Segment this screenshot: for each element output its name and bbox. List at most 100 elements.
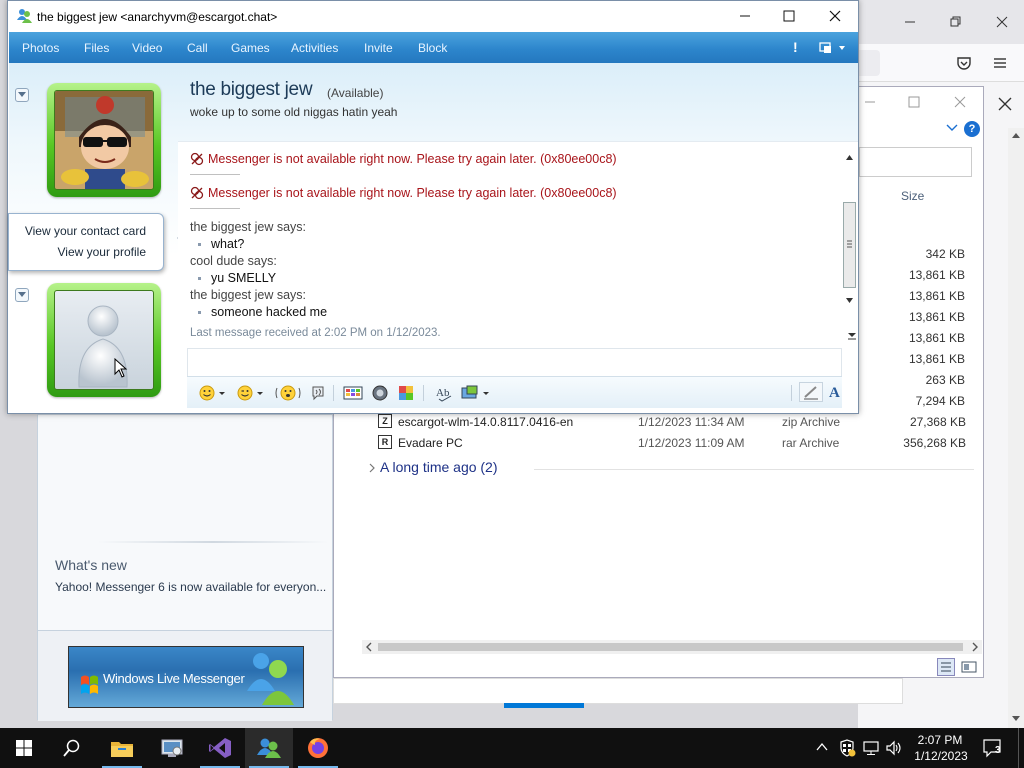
menu-icon[interactable]	[990, 53, 1010, 73]
close-icon[interactable]	[992, 12, 1012, 32]
contact-name: the biggest jew	[190, 79, 313, 100]
menu-games[interactable]: Games	[231, 41, 270, 55]
menu-activities[interactable]: Activities	[291, 41, 338, 55]
scrollbar-thumb[interactable]	[378, 643, 963, 651]
chevron-up-icon[interactable]	[815, 740, 829, 754]
file-size: 27,368 KB	[909, 415, 966, 429]
file-date: 1/12/2023 11:09 AM	[638, 436, 745, 450]
group-header[interactable]: A long time ago (2)	[380, 459, 498, 475]
scrollbar-thumb[interactable]	[843, 202, 856, 288]
file-type: rar Archive	[782, 436, 840, 450]
error-text: Messenger is not available right now. Pl…	[208, 186, 617, 200]
search-input[interactable]	[859, 147, 972, 177]
banner-text: Windows Live Messenger	[103, 671, 245, 686]
nudge-icon[interactable]	[275, 384, 301, 402]
error-text: Messenger is not available right now. Pl…	[208, 152, 617, 166]
details-view-icon[interactable]	[937, 658, 955, 676]
menu-invite[interactable]: Invite	[364, 41, 393, 55]
view-contact-card-link[interactable]: View your contact card	[25, 224, 146, 238]
ink-icon[interactable]	[371, 384, 389, 402]
background-icon[interactable]	[343, 384, 363, 402]
show-desktop-button[interactable]	[1018, 728, 1024, 768]
handwriting-icon[interactable]	[799, 382, 823, 402]
notification-center-icon[interactable]: 3	[982, 738, 1004, 758]
view-profile-link[interactable]: View your profile	[58, 245, 147, 259]
browser-scrollbar[interactable]	[1008, 128, 1024, 728]
display-options-icon[interactable]	[819, 41, 845, 55]
collapse-icon[interactable]	[15, 88, 29, 102]
divider	[190, 174, 240, 175]
minimize-icon[interactable]	[860, 92, 880, 112]
game-icon[interactable]	[397, 384, 415, 402]
collapse-icon[interactable]	[15, 288, 29, 302]
volume-icon[interactable]	[885, 739, 903, 757]
browser-tabbar	[858, 0, 1024, 44]
menu-photos[interactable]: Photos	[22, 41, 59, 55]
start-button[interactable]	[0, 728, 48, 768]
history-scrollbar[interactable]	[841, 150, 858, 322]
whats-new-link[interactable]: Yahoo! Messenger 6 is now available for …	[55, 580, 326, 594]
minimize-icon[interactable]	[900, 12, 920, 32]
maximize-icon[interactable]	[904, 92, 924, 112]
emoticon-icon[interactable]	[199, 384, 227, 402]
menu-files[interactable]: Files	[84, 41, 109, 55]
file-size: 13,861 KB	[908, 268, 965, 282]
tiles-view-icon[interactable]	[960, 658, 978, 676]
close-icon[interactable]	[950, 92, 970, 112]
messenger-icon[interactable]	[245, 728, 293, 768]
message-speaker: the biggest jew says:	[190, 220, 307, 234]
rar-file-icon: R	[378, 435, 392, 449]
pocket-icon[interactable]	[954, 53, 974, 73]
window-title: the biggest jew <anarchyvm@escargot.chat…	[37, 10, 278, 24]
voice-clip-icon[interactable]	[309, 384, 327, 402]
self-avatar[interactable]	[47, 283, 161, 397]
menu-call[interactable]: Call	[187, 41, 208, 55]
contact-avatar[interactable]	[47, 83, 161, 197]
menu-block[interactable]: Block	[418, 41, 447, 55]
error-message: Messenger is not available right now. Pl…	[190, 152, 617, 166]
chevron-right-icon[interactable]	[368, 463, 376, 473]
file-row[interactable]: Z escargot-wlm-14.0.8117.0416-en 1/12/20…	[374, 412, 974, 432]
windows-live-messenger-banner[interactable]: Windows Live Messenger	[68, 646, 304, 708]
maximize-icon[interactable]	[776, 6, 802, 26]
contact-picture	[54, 90, 154, 190]
chevron-down-icon[interactable]	[946, 123, 958, 133]
minimize-icon[interactable]	[732, 6, 758, 26]
file-size: 7,294 KB	[915, 394, 965, 408]
wink-icon[interactable]	[237, 384, 265, 402]
contact-status: (Available)	[327, 86, 384, 100]
network-icon[interactable]	[862, 739, 880, 757]
scroll-to-bottom-icon[interactable]	[847, 331, 857, 341]
file-size: 13,861 KB	[908, 331, 965, 345]
font-icon[interactable]: A	[829, 384, 840, 402]
clock-time[interactable]: 2:07 PM	[917, 733, 963, 747]
firefox-icon[interactable]	[294, 728, 342, 768]
share-icon[interactable]	[461, 384, 491, 402]
menubar: Photos Files Video Call Games Activities…	[9, 32, 858, 63]
close-icon[interactable]	[822, 6, 848, 26]
alert-icon[interactable]: !	[793, 39, 798, 55]
control-panel-icon[interactable]	[148, 728, 196, 768]
size-column-header[interactable]: Size	[901, 189, 924, 203]
restore-icon[interactable]	[946, 12, 966, 32]
url-bar[interactable]	[858, 50, 880, 76]
shield-icon[interactable]	[838, 739, 856, 757]
clock-date[interactable]: 1/12/2023	[913, 749, 969, 763]
close-icon[interactable]	[990, 87, 1020, 117]
titlebar: the biggest jew <anarchyvm@escargot.chat…	[8, 1, 858, 32]
file-size: 342 KB	[925, 247, 965, 261]
help-icon[interactable]: ?	[964, 121, 980, 137]
message-speaker: cool dude says:	[190, 254, 277, 268]
message-text: what?	[198, 237, 244, 251]
message-speaker: the biggest jew says:	[190, 288, 307, 302]
spell-check-icon[interactable]: Ab	[435, 384, 455, 402]
file-date: 1/12/2023 11:34 AM	[638, 415, 745, 429]
menu-video[interactable]: Video	[132, 41, 162, 55]
file-explorer-icon[interactable]	[98, 728, 146, 768]
file-size: 13,861 KB	[908, 310, 965, 324]
visual-studio-icon[interactable]	[196, 728, 244, 768]
search-icon[interactable]	[48, 728, 96, 768]
file-row[interactable]: R Evadare PC 1/12/2023 11:09 AM rar Arch…	[374, 433, 974, 453]
file-type: zip Archive	[782, 415, 841, 429]
horizontal-scrollbar[interactable]	[362, 640, 982, 654]
